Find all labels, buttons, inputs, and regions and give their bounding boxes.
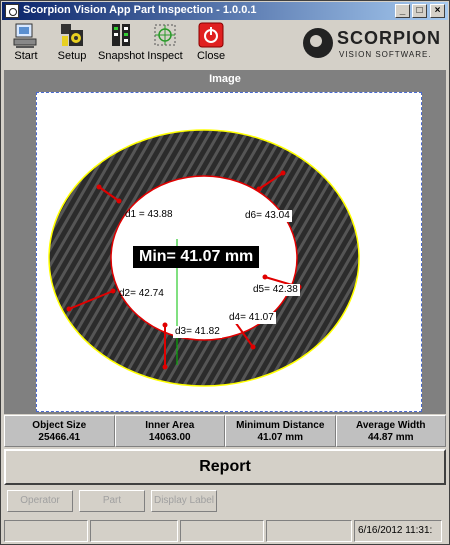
snapshot-icon — [108, 22, 134, 48]
operator-button[interactable]: Operator — [7, 490, 73, 512]
status-cell-1 — [4, 520, 88, 542]
image-panel: d1 = 43.88 d2= 42.74 d3= 41.82 d4= 41.07… — [4, 88, 446, 414]
stat-inner-area: Inner Area 14063.00 — [114, 415, 225, 447]
setup-icon — [59, 22, 85, 48]
minimize-icon[interactable]: _ — [395, 4, 410, 18]
status-cell-3 — [180, 520, 264, 542]
stat-average-width: Average Width 44.87 mm — [335, 415, 446, 447]
min-distance-label: Min= 41.07 mm — [133, 246, 260, 268]
start-button[interactable]: Start — [8, 22, 44, 66]
status-cell-4 — [266, 520, 352, 542]
app-window: Scorpion Vision App Part Inspection - 1.… — [0, 0, 450, 545]
status-bar: 6/16/2012 11:31: — [4, 520, 446, 542]
display-label-button[interactable]: Display Label — [151, 490, 217, 512]
setup-button[interactable]: Setup — [52, 22, 92, 66]
app-icon — [5, 4, 19, 18]
measure-label-d5: d5= 42.38 — [251, 284, 300, 296]
image-panel-header: Image — [4, 70, 446, 88]
inspection-image[interactable]: d1 = 43.88 d2= 42.74 d3= 41.82 d4= 41.07… — [36, 92, 422, 412]
part-button[interactable]: Part — [79, 490, 145, 512]
stat-object-size: Object Size 25466.41 — [4, 415, 115, 447]
measure-label-d6: d6= 43.04 — [243, 210, 292, 222]
maximize-icon[interactable]: □ — [412, 4, 427, 18]
snapshot-button[interactable]: Snapshot — [98, 22, 144, 66]
measure-label-d3: d3= 41.82 — [173, 326, 222, 338]
inspect-button[interactable]: Inspect — [147, 22, 183, 66]
inspect-icon — [152, 22, 178, 48]
start-icon — [13, 22, 39, 48]
window-title: Scorpion Vision App Part Inspection - 1.… — [23, 4, 257, 16]
close-button[interactable]: Close — [195, 22, 227, 66]
scorpion-logo: SCORPION VISION SOFTWARE. — [303, 28, 440, 64]
logo-swirl-icon — [303, 28, 333, 58]
status-datetime: 6/16/2012 11:31: — [354, 520, 442, 542]
report-button[interactable]: Report — [4, 449, 446, 485]
stat-minimum-distance: Minimum Distance 41.07 mm — [225, 415, 336, 447]
power-icon — [198, 22, 224, 48]
stats-bar: Object Size 25466.41 Inner Area 14063.00… — [4, 415, 446, 447]
toolbar: Start Setup Snapshot Inspect Close SCORP… — [2, 20, 448, 68]
measure-label-d4: d4= 41.07 — [227, 312, 276, 324]
close-icon[interactable]: × — [430, 4, 445, 18]
status-cell-2 — [90, 520, 178, 542]
measure-label-d2: d2= 42.74 — [119, 288, 164, 299]
title-bar[interactable]: Scorpion Vision App Part Inspection - 1.… — [2, 2, 448, 20]
measure-label-d1: d1 = 43.88 — [125, 209, 173, 220]
